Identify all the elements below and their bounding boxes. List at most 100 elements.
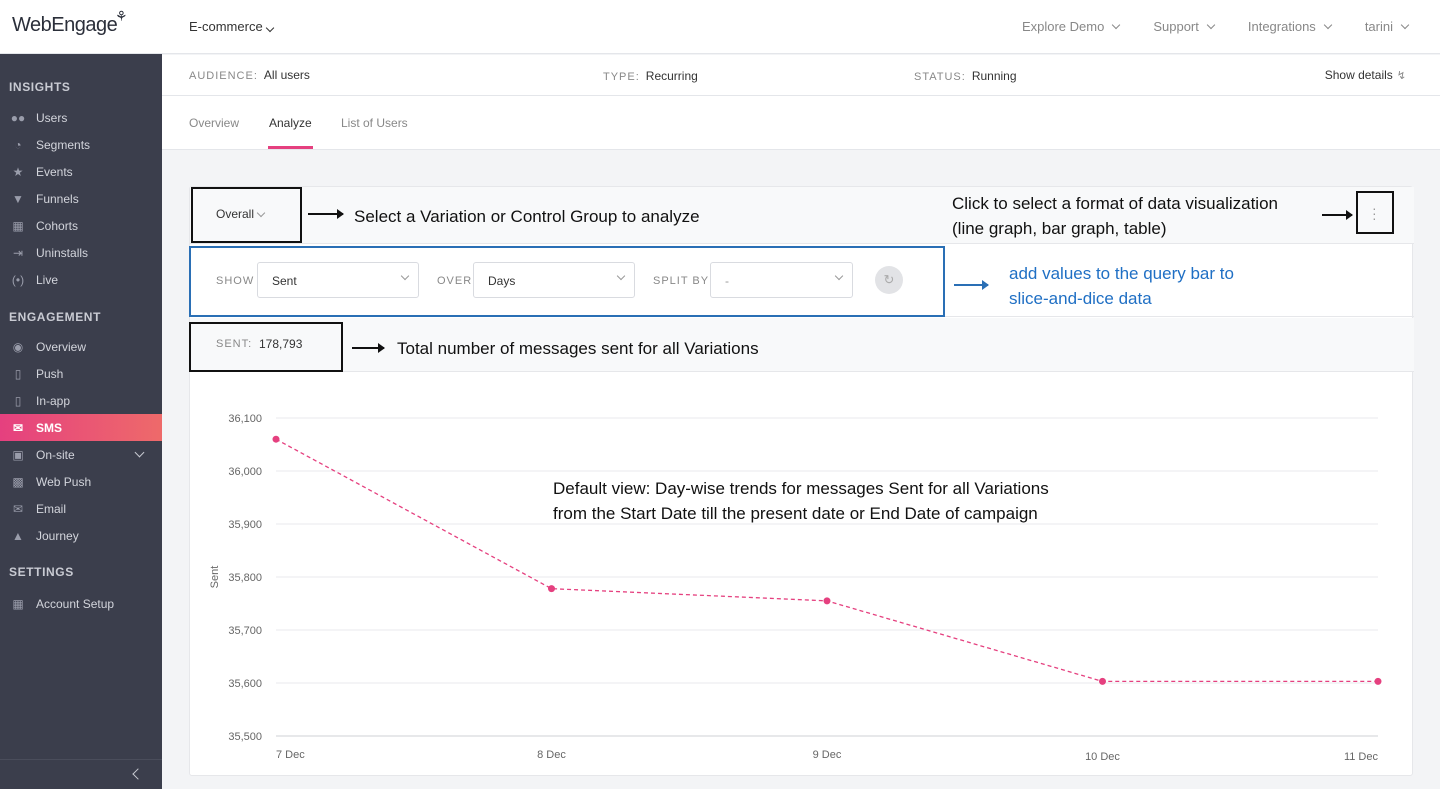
sidebar-item-label: Events xyxy=(36,164,73,179)
pie-icon: ◔ xyxy=(14,137,22,152)
arrow-right-icon xyxy=(1322,210,1353,220)
sidebar-item-label: Segments xyxy=(36,137,91,152)
onsite-icon: ▣ xyxy=(12,447,24,462)
audience-value: All users xyxy=(263,68,310,82)
sidebar-item-email[interactable]: ✉ Email xyxy=(0,495,162,522)
variation-select[interactable]: Overall xyxy=(216,207,266,221)
y-tick-label: 36,000 xyxy=(228,466,262,478)
variation-select-value: Overall xyxy=(216,207,255,221)
sidebar-item-push[interactable]: ▯ Push xyxy=(0,360,162,387)
x-tick-label: 7 Dec xyxy=(276,749,305,761)
default-view-annotation-line2: from the Start Date till the present dat… xyxy=(553,504,1038,523)
sidebar-heading-engagement: ENGAGEMENT xyxy=(9,310,102,324)
sidebar-heading-settings: SETTINGS xyxy=(9,565,74,579)
sent-series-points xyxy=(272,435,1382,685)
sidebar-footer xyxy=(0,759,162,789)
default-view-annotation-line1: Default view: Day-wise trends for messag… xyxy=(553,479,1049,498)
total-annotation: Total number of messages sent for all Va… xyxy=(397,339,759,358)
webengage-logo[interactable]: WebEngage ⚘ xyxy=(12,8,128,37)
chevron-down-icon[interactable] xyxy=(134,447,145,458)
sidebar-item-sms[interactable]: ✉ SMS xyxy=(0,414,162,441)
x-tick-label: 9 Dec xyxy=(813,749,842,761)
sidebar-item-label: Funnels xyxy=(36,191,79,206)
sidebar-item-label: Cohorts xyxy=(36,218,79,233)
nav-support[interactable]: Support xyxy=(1153,19,1216,34)
collapse-sidebar-icon[interactable] xyxy=(132,768,144,780)
x-tick-label: 8 Dec xyxy=(537,749,566,761)
totals-row xyxy=(190,318,1414,372)
mobile-icon: ▯ xyxy=(14,393,22,408)
sidebar-item-in-app[interactable]: ▯ In-app xyxy=(0,387,162,414)
tab-analyze[interactable]: Analyze xyxy=(269,116,312,130)
data-point[interactable] xyxy=(823,597,831,605)
data-point[interactable] xyxy=(1099,677,1106,685)
type-value: Recurring xyxy=(645,69,698,83)
format-annotation-line1: Click to select a format of data visuali… xyxy=(952,194,1278,213)
show-label: SHOW xyxy=(216,275,255,287)
sidebar-item-users[interactable]: ●● Users xyxy=(0,104,162,131)
double-chevron-down-icon: ↯ xyxy=(1396,69,1406,82)
sidebar-item-overview[interactable]: ◉ Overview xyxy=(0,333,162,360)
data-point[interactable] xyxy=(272,435,280,443)
arrow-right-icon xyxy=(308,209,344,219)
sidebar-item-label: On-site xyxy=(36,447,75,462)
status-info: STATUS: Running xyxy=(914,69,1017,83)
funnel-icon: ▼ xyxy=(12,191,24,206)
status-key: STATUS: xyxy=(914,71,966,83)
nav-user-menu[interactable]: tarini xyxy=(1365,19,1410,34)
over-label: OVER xyxy=(437,275,473,287)
sidebar-item-live[interactable]: (•) Live xyxy=(0,266,162,293)
chevron-down-icon xyxy=(1400,20,1410,30)
sidebar-item-segments[interactable]: ◔ Segments xyxy=(0,131,162,158)
sidebar-item-label: Push xyxy=(36,366,64,381)
chevron-down-icon xyxy=(256,208,266,217)
y-tick-label: 35,600 xyxy=(228,678,262,690)
sidebar-item-events[interactable]: ★ Events xyxy=(0,158,162,185)
sidebar-item-on-site[interactable]: ▣ On-site xyxy=(0,441,162,468)
y-tick-label: 35,700 xyxy=(228,625,262,637)
show-details-button[interactable]: Show details ↯ xyxy=(1325,68,1406,82)
top-bar: WebEngage ⚘ E-commerce Explore Demo Supp… xyxy=(0,0,1440,54)
chart-grid xyxy=(276,417,1378,737)
project-name: E-commerce xyxy=(189,19,263,34)
data-point[interactable] xyxy=(1374,677,1382,685)
sidebar-item-uninstalls[interactable]: ⇥ Uninstalls xyxy=(0,239,162,266)
sidebar-item-label: Users xyxy=(36,110,68,125)
sidebar-item-account-setup[interactable]: ▦ Account Setup xyxy=(0,590,162,617)
refresh-icon[interactable]: ↻ xyxy=(875,266,903,294)
more-options-icon[interactable]: · · · xyxy=(1372,201,1377,225)
sidebar-item-funnels[interactable]: ▼ Funnels xyxy=(0,185,162,212)
sms-icon: ✉ xyxy=(12,420,24,435)
show-select[interactable]: Sent xyxy=(257,262,419,298)
split-by-select-value: - xyxy=(725,274,729,288)
sidebar-item-label: SMS xyxy=(36,420,63,435)
chevron-down-icon xyxy=(1112,20,1121,30)
star-icon: ★ xyxy=(12,164,24,179)
chevron-down-icon xyxy=(400,271,410,281)
tab-list-of-users[interactable]: List of Users xyxy=(341,116,408,130)
total-sent-value: 178,793 xyxy=(259,337,303,351)
type-key: TYPE: xyxy=(603,71,640,83)
y-axis-ticks: 35,500 35,600 35,700 35,800 35,900 36,000 36,1… xyxy=(228,413,262,743)
nav-integrations[interactable]: Integrations xyxy=(1248,19,1333,34)
sidebar-item-web-push[interactable]: ▩ Web Push xyxy=(0,468,162,495)
broadcast-icon: (•) xyxy=(11,272,25,287)
tab-overview[interactable]: Overview xyxy=(189,116,239,130)
x-axis-ticks: 7 Dec 8 Dec 9 Dec 10 Dec 11 Dec xyxy=(276,749,1378,763)
sidebar-item-journey[interactable]: ▲ Journey xyxy=(0,522,162,549)
y-axis-label: Sent xyxy=(209,566,221,589)
mobile-push-icon: ▯ xyxy=(14,366,22,381)
sidebar-item-label: Email xyxy=(36,501,67,516)
split-by-select[interactable]: - xyxy=(710,262,853,298)
audience-key: AUDIENCE: xyxy=(189,70,258,82)
active-tab-indicator xyxy=(268,146,313,149)
project-selector[interactable]: E-commerce xyxy=(189,19,274,34)
over-select[interactable]: Days xyxy=(473,262,635,298)
nav-explore-demo[interactable]: Explore Demo xyxy=(1022,19,1121,34)
data-point[interactable] xyxy=(548,585,555,593)
audience-info: AUDIENCE: All users xyxy=(189,68,310,82)
sidebar-item-label: Account Setup xyxy=(36,596,115,611)
sidebar-item-cohorts[interactable]: ▦ Cohorts xyxy=(0,212,162,239)
query-annotation-line2: slice-and-dice data xyxy=(1009,289,1152,308)
webpush-icon: ▩ xyxy=(12,474,24,489)
